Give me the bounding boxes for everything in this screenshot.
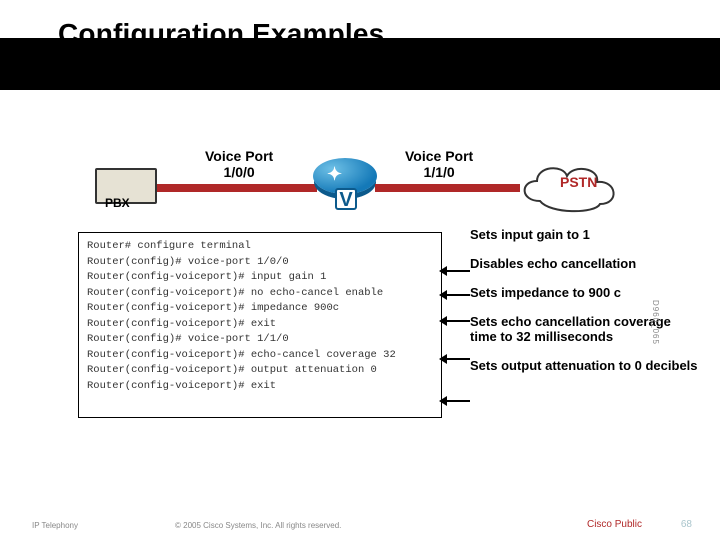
cli-line: Router(config-voiceport)# input gain 1 [87, 270, 433, 286]
cli-line: Router(config-voiceport)# echo-cancel co… [87, 348, 433, 364]
cli-line: Router(config)# voice-port 1/1/0 [87, 332, 433, 348]
footer-left-label: IP Telephony [32, 521, 78, 530]
annotation: Sets echo cancellation coverage time to … [470, 315, 700, 345]
annotation: Sets output attenuation to 0 decibels [470, 359, 700, 374]
router-icon: ✦ V [313, 158, 377, 210]
voice-port-1-text: Voice Port [405, 148, 473, 164]
voice-port-0-text: Voice Port [205, 148, 273, 164]
footer: IP Telephony © 2005 Cisco Systems, Inc. … [0, 510, 720, 540]
cli-output: Router# configure terminal Router(config… [78, 232, 442, 418]
pbx-box: PBX [95, 168, 157, 204]
cli-line: Router(config)# voice-port 1/0/0 [87, 255, 433, 271]
voice-port-1-id: 1/1/0 [424, 164, 455, 180]
topology-diagram: PBX Voice Port 1/0/0 ✦ V Voice Port 1/1/… [95, 150, 645, 220]
footer-cisco-public: Cisco Public [587, 519, 642, 530]
slide-id: D960_065 [651, 300, 660, 345]
footer-copyright: © 2005 Cisco Systems, Inc. All rights re… [175, 521, 341, 530]
cli-line: Router(config-voiceport)# output attenua… [87, 363, 433, 379]
footer-page-number: 68 [681, 519, 692, 530]
pstn-label: PSTN [560, 174, 597, 190]
arrow-icon [442, 270, 470, 272]
cli-line: Router# configure terminal [87, 239, 433, 255]
voice-port-0-id: 1/0/0 [224, 164, 255, 180]
link-pbx-router [157, 184, 317, 192]
annotation: Sets input gain to 1 [470, 228, 700, 243]
annotation: Disables echo cancellation [470, 257, 700, 272]
router-v-badge: V [335, 188, 357, 210]
link-router-pstn [375, 184, 520, 192]
arrow-icon [442, 358, 470, 360]
arrow-icon [442, 320, 470, 322]
slide: Configuration Examples PBX Voice Port 1/… [0, 0, 720, 540]
pbx-label: PBX [105, 196, 130, 210]
arrow-icon [442, 294, 470, 296]
cli-line: Router(config-voiceport)# exit [87, 379, 433, 395]
arrow-icon [442, 400, 470, 402]
cli-line: Router(config-voiceport)# impedance 900c [87, 301, 433, 317]
annotation-list: Sets input gain to 1 Disables echo cance… [470, 228, 700, 388]
voice-port-0-label: Voice Port 1/0/0 [205, 148, 273, 180]
title-bar: Configuration Examples [0, 0, 720, 90]
annotation: Sets impedance to 900 c [470, 286, 700, 301]
cli-line: Router(config-voiceport)# no echo-cancel… [87, 286, 433, 302]
page-title: Configuration Examples [58, 18, 384, 50]
voice-port-1-label: Voice Port 1/1/0 [405, 148, 473, 180]
router-arrows-icon: ✦ [327, 164, 342, 185]
cli-line: Router(config-voiceport)# exit [87, 317, 433, 333]
